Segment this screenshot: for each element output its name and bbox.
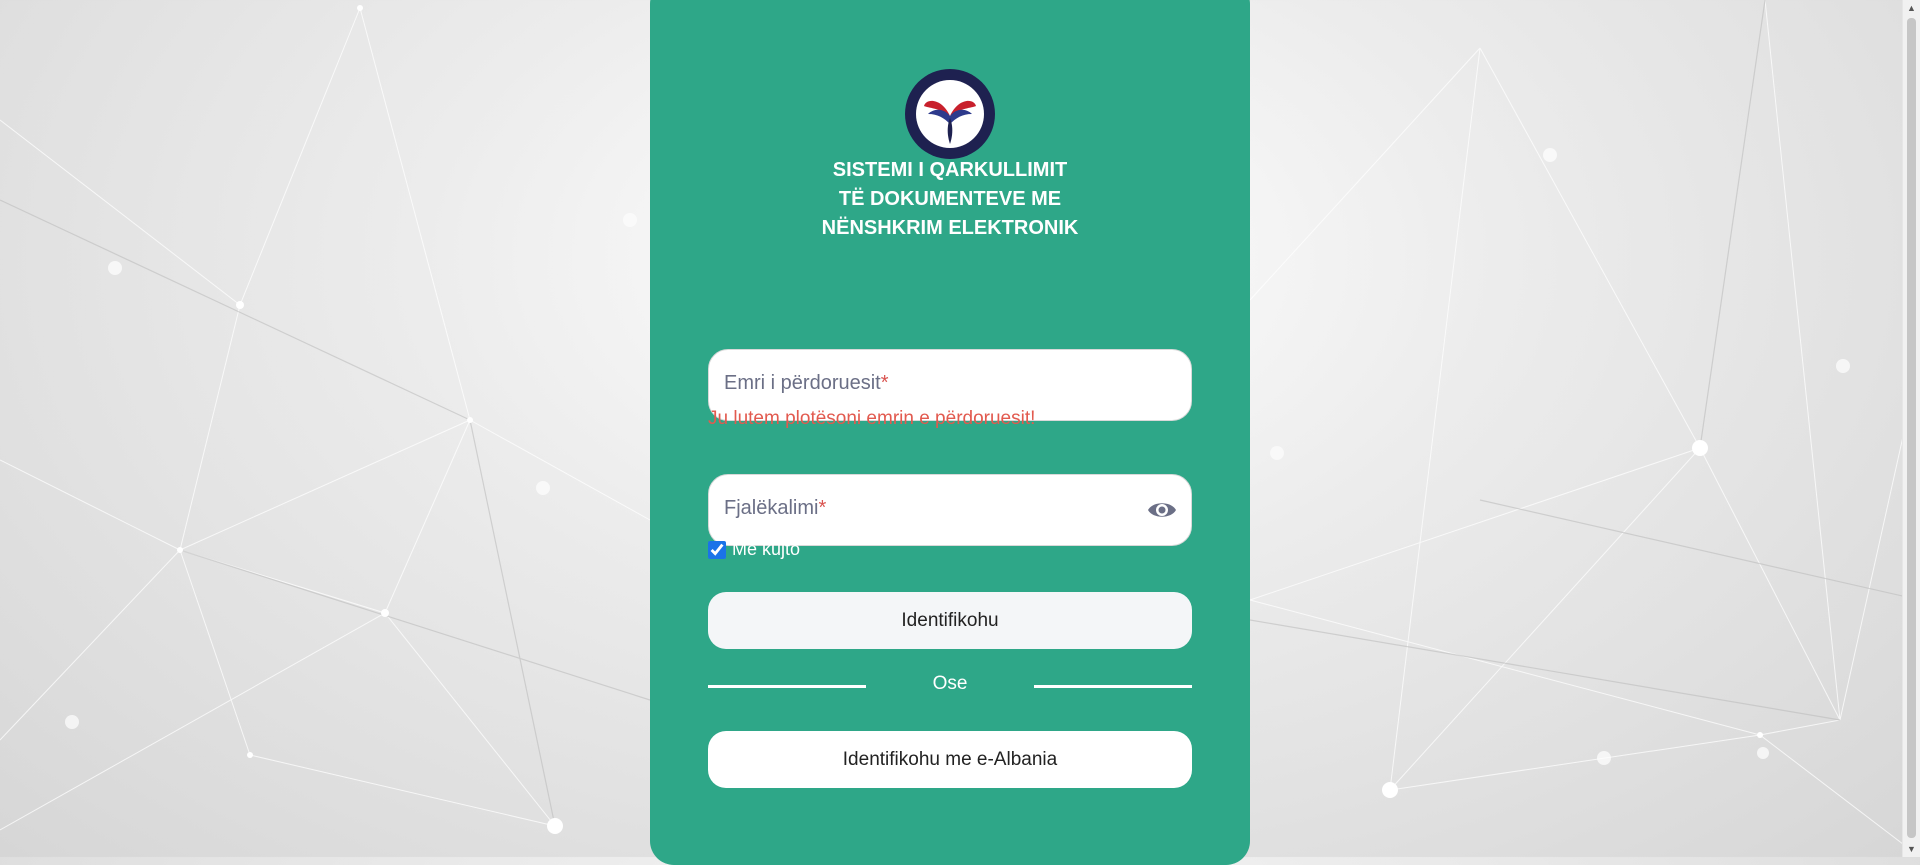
ealbania-login-button[interactable]: Identifikohu me e-Albania [708,731,1192,788]
divider-text: Ose [932,673,968,694]
title-line-3: NËNSHKRIM ELEKTRONIK [821,217,1079,239]
login-button[interactable]: Identifikohu [708,592,1192,649]
password-placeholder: Fjalëkalimi* [724,497,827,519]
scroll-up-icon[interactable]: ▲ [1903,0,1920,16]
system-title: SISTEMI I QARKULLIMIT TË DOKUMENTEVE ME … [650,156,1250,243]
title-line-1: SISTEMI I QARKULLIMIT [832,159,1068,181]
ministry-seal-icon [905,69,995,159]
remember-checkbox[interactable] [708,540,726,559]
remember-me[interactable]: Më kujto [708,539,800,560]
eye-icon[interactable] [1147,499,1177,521]
scroll-thumb[interactable] [1907,18,1916,838]
password-field[interactable]: Fjalëkalimi* [708,474,1192,546]
page-scrollbar[interactable]: ▲ ▼ [1902,0,1920,857]
title-line-2: TË DOKUMENTEVE ME [838,188,1062,210]
or-divider: Ose [708,670,1192,700]
username-placeholder: Emri i përdoruesit* [724,372,889,394]
divider-line-right [1034,685,1192,688]
remember-label: Më kujto [732,539,801,559]
scroll-down-icon[interactable]: ▼ [1903,841,1920,857]
login-card: SISTEMI I QARKULLIMIT TË DOKUMENTEVE ME … [650,0,1250,865]
username-error: Ju lutem plotësoni emrin e përdoruesit! [708,408,1036,429]
